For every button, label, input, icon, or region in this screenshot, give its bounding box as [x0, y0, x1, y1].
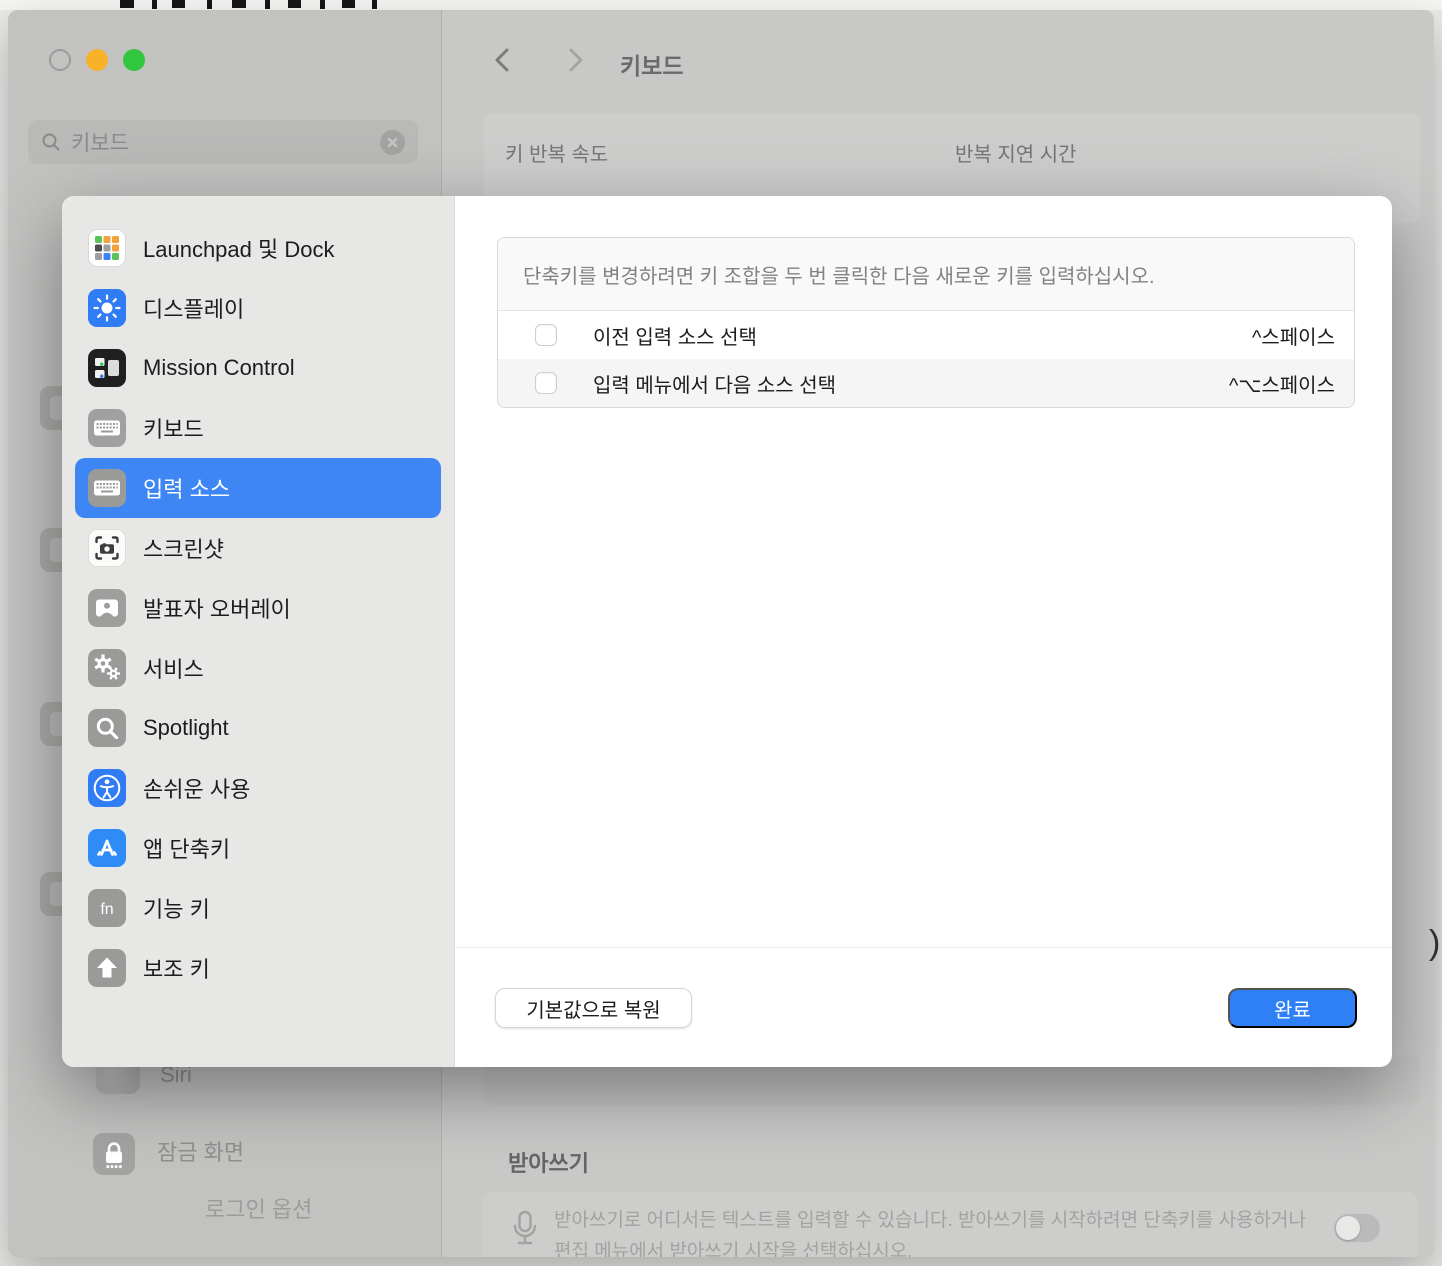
toggle-knob: [1336, 1216, 1360, 1240]
clipped-text-fragment: [207, 0, 212, 9]
window-zoom-button[interactable]: [123, 49, 145, 71]
footer-divider: [456, 947, 1392, 948]
key-repeat-label: 키 반복 속도: [505, 138, 608, 167]
clipped-background-glyph: ): [1429, 924, 1440, 963]
sidebar-item-mission-control[interactable]: Mission Control: [62, 338, 454, 398]
sidebar-item-label: 손쉬운 사용: [143, 772, 250, 804]
sidebar-item-presenter-overlay[interactable]: 발표자 오버레이: [62, 578, 454, 638]
clipped-text-fragment: [265, 0, 270, 9]
clipped-text-fragment: [152, 0, 157, 9]
sidebar-item-label: 보조 키: [143, 952, 210, 984]
sidebar-item-label: 입력 소스: [143, 472, 230, 504]
sidebar-item-accessibility[interactable]: 손쉬운 사용: [62, 758, 454, 818]
sidebar-item-label: 디스플레이: [143, 292, 244, 324]
keyboard-icon: [88, 409, 126, 447]
restore-defaults-button[interactable]: 기본값으로 복원: [495, 988, 692, 1028]
sidebar-item-screenshots[interactable]: 스크린샷: [62, 518, 454, 578]
dictation-card: 받아쓰기로 어디서든 텍스트를 입력할 수 있습니다. 받아쓰기를 시작하려면 …: [482, 1192, 1418, 1257]
shortcut-label: 이전 입력 소스 선택: [593, 321, 1252, 350]
sidebar-item-app-shortcuts[interactable]: 앱 단축키: [62, 818, 454, 878]
search-clear-icon[interactable]: [380, 130, 405, 155]
window-close-button[interactable]: [49, 49, 71, 71]
fn-key-icon: fn: [88, 889, 126, 927]
sidebar-item-display[interactable]: 디스플레이: [62, 278, 454, 338]
forward-chevron-icon[interactable]: [562, 47, 588, 73]
sidebar-item-label: Launchpad 및 Dock: [143, 232, 334, 264]
svg-text:fn: fn: [100, 901, 113, 918]
spotlight-icon: [88, 709, 126, 747]
mission-control-icon: [88, 349, 126, 387]
dictation-title: 받아쓰기: [508, 1146, 589, 1178]
sidebar-item-label: Spotlight: [143, 715, 229, 741]
shortcuts-sidebar: Launchpad 및 Dock 디스플레이: [62, 196, 455, 1067]
sidebar-item-label: 키보드: [143, 412, 204, 444]
sidebar-item-function-keys[interactable]: fn 기능 키: [62, 878, 454, 938]
microphone-icon: [512, 1210, 538, 1252]
shortcut-row[interactable]: 이전 입력 소스 선택 ^스페이스: [498, 311, 1354, 359]
clipped-text-fragment: [288, 0, 301, 8]
sidebar-item-lock-screen[interactable]: 잠금 화면: [157, 1141, 244, 1165]
sidebar-item-label: 스크린샷: [143, 532, 224, 564]
sidebar-item-label: 기능 키: [143, 892, 210, 924]
sidebar-item-label: 서비스: [143, 652, 204, 684]
clipped-text-fragment: [372, 0, 377, 9]
services-icon: [88, 649, 126, 687]
shortcut-key-combo[interactable]: ^스페이스: [1252, 321, 1335, 350]
sidebar-item-label: 앱 단축키: [143, 832, 230, 864]
display-icon: [88, 289, 126, 327]
dictation-toggle[interactable]: [1334, 1214, 1380, 1242]
sidebar-item-launchpad-dock[interactable]: Launchpad 및 Dock: [62, 218, 454, 278]
search-input[interactable]: 키보드: [28, 120, 418, 164]
screenshot-icon: [88, 529, 126, 567]
shortcuts-category-list: Launchpad 및 Dock 디스플레이: [62, 218, 454, 998]
back-chevron-icon[interactable]: [490, 47, 516, 73]
presenter-overlay-icon: [88, 589, 126, 627]
clipped-text-fragment: [342, 0, 355, 8]
clipped-text-fragment: [172, 0, 185, 8]
sidebar-item-input-sources[interactable]: 입력 소스: [75, 458, 441, 518]
shortcut-key-combo[interactable]: ^⌥스페이스: [1229, 369, 1335, 398]
clipped-top-strip: [0, 0, 1442, 10]
shortcut-checkbox[interactable]: [535, 372, 557, 394]
dictation-description: 받아쓰기로 어디서든 텍스트를 입력할 수 있습니다. 받아쓰기를 시작하려면 …: [554, 1205, 1326, 1257]
keyboard-shortcuts-dialog: Launchpad 및 Dock 디스플레이: [62, 196, 1392, 1067]
sidebar-item-spotlight[interactable]: Spotlight: [62, 698, 454, 758]
shortcuts-instruction: 단축키를 변경하려면 키 조합을 두 번 클릭한 다음 새로운 키를 입력하십시…: [498, 238, 1354, 311]
shortcuts-table: 단축키를 변경하려면 키 조합을 두 번 클릭한 다음 새로운 키를 입력하십시…: [497, 237, 1355, 408]
search-icon: [41, 132, 61, 152]
search-value: 키보드: [71, 127, 380, 157]
shortcut-label: 입력 메뉴에서 다음 소스 선택: [593, 369, 1229, 398]
repeat-delay-label: 반복 지연 시간: [955, 138, 1077, 167]
clipped-text-fragment: [120, 0, 134, 8]
page-title: 키보드: [620, 47, 683, 81]
input-sources-icon: [88, 469, 126, 507]
sidebar-item-label: 발표자 오버레이: [143, 592, 291, 624]
shortcut-row[interactable]: 입력 메뉴에서 다음 소스 선택 ^⌥스페이스: [498, 359, 1354, 407]
lock-icon: [93, 1133, 135, 1175]
sidebar-item-modifier-keys[interactable]: 보조 키: [62, 938, 454, 998]
modifier-keys-icon: [88, 949, 126, 987]
sidebar-item-services[interactable]: 서비스: [62, 638, 454, 698]
done-button[interactable]: 완료: [1228, 988, 1357, 1028]
shortcuts-panel: 단축키를 변경하려면 키 조합을 두 번 클릭한 다음 새로운 키를 입력하십시…: [456, 196, 1392, 1067]
shortcut-checkbox[interactable]: [535, 324, 557, 346]
clipped-text-fragment: [232, 0, 246, 8]
accessibility-icon: [88, 769, 126, 807]
sidebar-item-login-options[interactable]: 로그인 옵션: [205, 1198, 312, 1222]
sidebar-item-label: Mission Control: [143, 355, 295, 381]
launchpad-icon: [88, 229, 126, 267]
sidebar-item-keyboard[interactable]: 키보드: [62, 398, 454, 458]
window-minimize-button[interactable]: [86, 49, 108, 71]
app-shortcuts-icon: [88, 829, 126, 867]
clipped-text-fragment: [320, 0, 325, 9]
